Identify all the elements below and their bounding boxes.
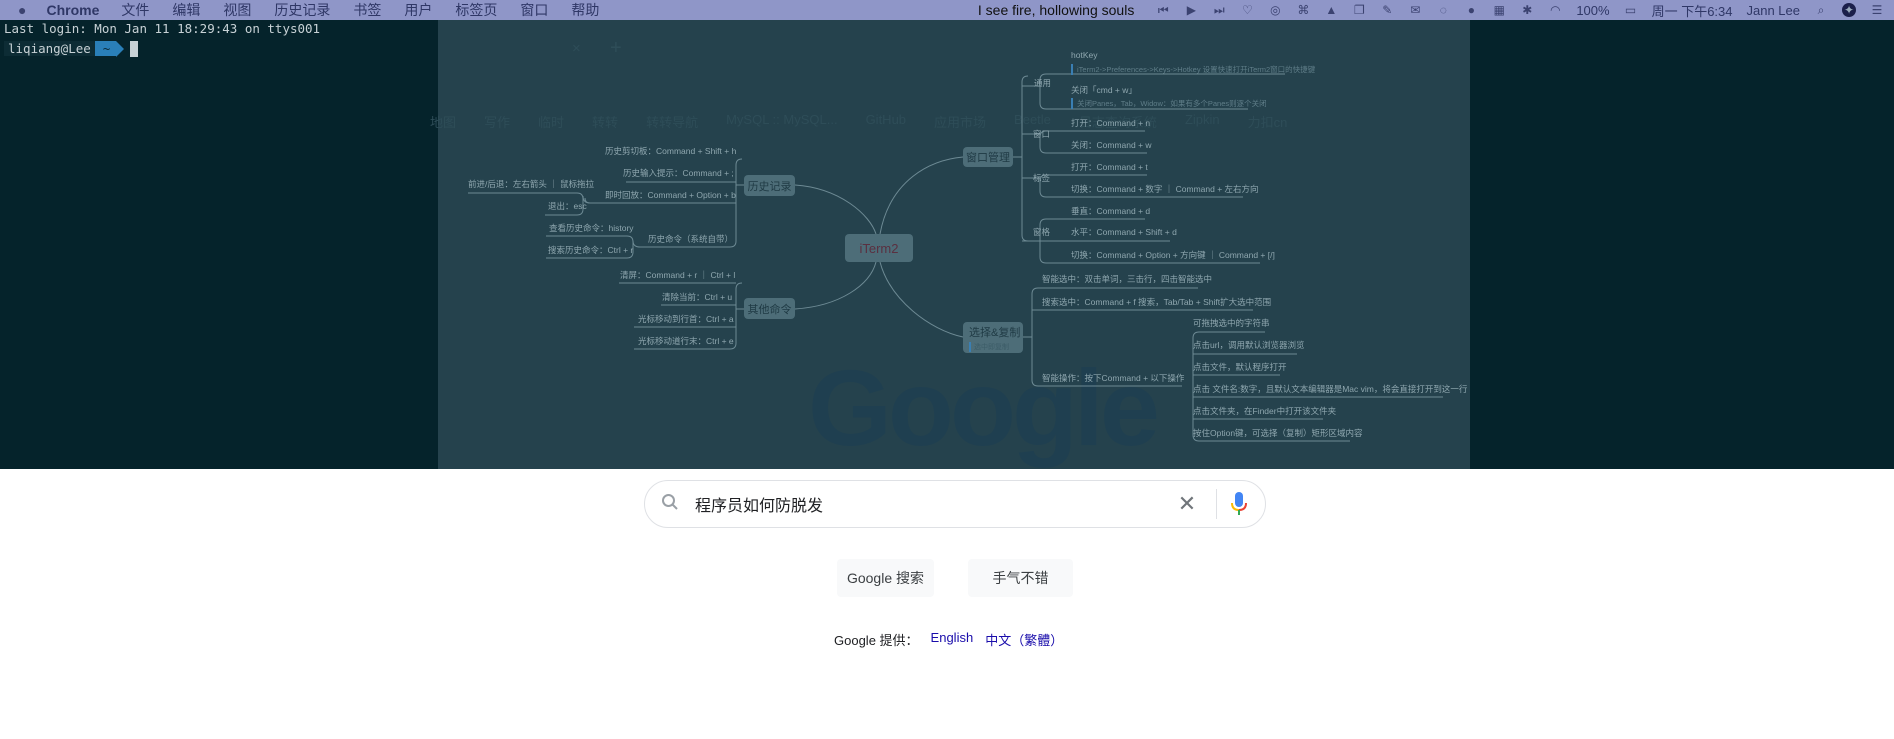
mindmap-item[interactable]: 清屏：Command + r ｜ Ctrl + l [620,270,735,281]
language-offer: Google 提供： English 中文（繁體） [834,630,1063,649]
mindmap-item[interactable]: 历史命令（系统自带） [648,234,733,245]
mindmap-item[interactable]: 可拖拽选中的字符串 [1193,318,1270,329]
node-label: 选择&复制 [969,326,1021,339]
search-input[interactable] [695,495,1172,513]
mindmap-item[interactable]: 打开：Command + n [1071,118,1150,129]
node-note: 选中即复制 [969,341,1009,352]
mindmap-item[interactable]: 搜索选中：Command + f 搜索，Tab/Tab + Shift扩大选中范… [1042,297,1271,308]
mindmap-item[interactable]: 退出：esc [548,201,587,212]
mindmap-note: 关闭Panes，Tab，Widow：如果有多个Panes则逐个关闭 [1071,98,1267,109]
mindmap-note: iTerm2->Preferences->Keys->Hotkey 设置快速打开… [1071,64,1315,75]
mindmap-item[interactable]: 智能操作：按下Command + 以下操作 [1042,373,1184,384]
mindmap-item[interactable]: 垂直：Command + d [1071,206,1150,217]
mindmap-item[interactable]: 搜索历史命令：Ctrl + r [548,245,633,256]
mindmap-node-select[interactable]: 选择&复制 选中即复制 [963,322,1023,353]
mindmap-item[interactable]: 按住Option键，可选择（复制）矩形区域内容 [1193,428,1363,439]
mindmap-connectors [468,73,1443,442]
google-search-button[interactable]: Google 搜索 [837,559,934,597]
mindmap-node-history[interactable]: 历史记录 [744,175,795,196]
mindmap-item[interactable]: 前进/后退：左右箭头 ｜ 鼠标拖拉 [468,179,594,190]
mindmap-group[interactable]: 通用 [1034,78,1051,89]
mindmap-item[interactable]: 光标移动到行首：Ctrl + a [638,314,734,325]
mindmap-item[interactable]: 即时回放：Command + Option + b [605,190,736,201]
lang-link-english[interactable]: English [931,630,974,649]
mindmap-item[interactable]: hotKey [1071,50,1097,61]
offered-label: Google 提供： [834,633,919,648]
clear-icon[interactable]: ✕ [1172,491,1202,517]
mindmap-item[interactable]: 关闭：Command + w [1071,140,1152,151]
mindmap-node-other[interactable]: 其他命令 [744,298,795,319]
mindmap-group[interactable]: 窗口 [1033,129,1050,140]
mindmap-item[interactable]: 点击文件，默认程序打开 [1193,362,1287,373]
mindmap-item[interactable]: 水平：Command + Shift + d [1071,227,1177,238]
mindmap-group[interactable]: 标签 [1033,173,1050,184]
mindmap-item[interactable]: 历史剪切板：Command + Shift + h [605,146,736,157]
mindmap-item[interactable]: 关闭「cmd + w」 [1071,85,1137,96]
mindmap-item[interactable]: 切换：Command + Option + 方向键 ｜ Command + [/… [1071,250,1275,261]
mindmap-item[interactable]: 切换：Command + 数字 ｜ Command + 左右方向 [1071,184,1259,195]
feeling-lucky-button[interactable]: 手气不错 [968,559,1073,597]
mindmap-item[interactable]: 历史输入提示：Command + ; [623,168,734,179]
mindmap-item[interactable]: 清除当前：Ctrl + u [662,292,732,303]
mindmap-node-window[interactable]: 窗口管理 [963,147,1013,167]
mindmap-item[interactable]: 打开：Command + t [1071,162,1148,173]
mindmap-item[interactable]: 光标移动道行末：Ctrl + e [638,336,734,347]
mindmap-item[interactable]: 智能选中：双击单词，三击行，四击智能选中 [1042,274,1212,285]
mindmap-item[interactable]: 查看历史命令：history [549,223,634,234]
mindmap-item[interactable]: 点击文件夹，在Finder中打开该文件夹 [1193,406,1336,417]
search-box[interactable]: ✕ [644,480,1266,528]
mindmap-group[interactable]: 窗格 [1033,227,1050,238]
search-icon [661,493,681,516]
divider [1216,489,1217,519]
lang-link-traditional-chinese[interactable]: 中文（繁體） [985,630,1063,649]
mindmap-item[interactable]: 点击url，调用默认浏览器浏览 [1193,340,1304,351]
microphone-icon[interactable] [1229,491,1249,517]
mindmap-root-node[interactable]: iTerm2 [845,234,913,262]
mindmap-item[interactable]: 点击 文件名:数字，且默认文本编辑器是Mac vim，将会直接打开到这一行 [1193,384,1467,395]
